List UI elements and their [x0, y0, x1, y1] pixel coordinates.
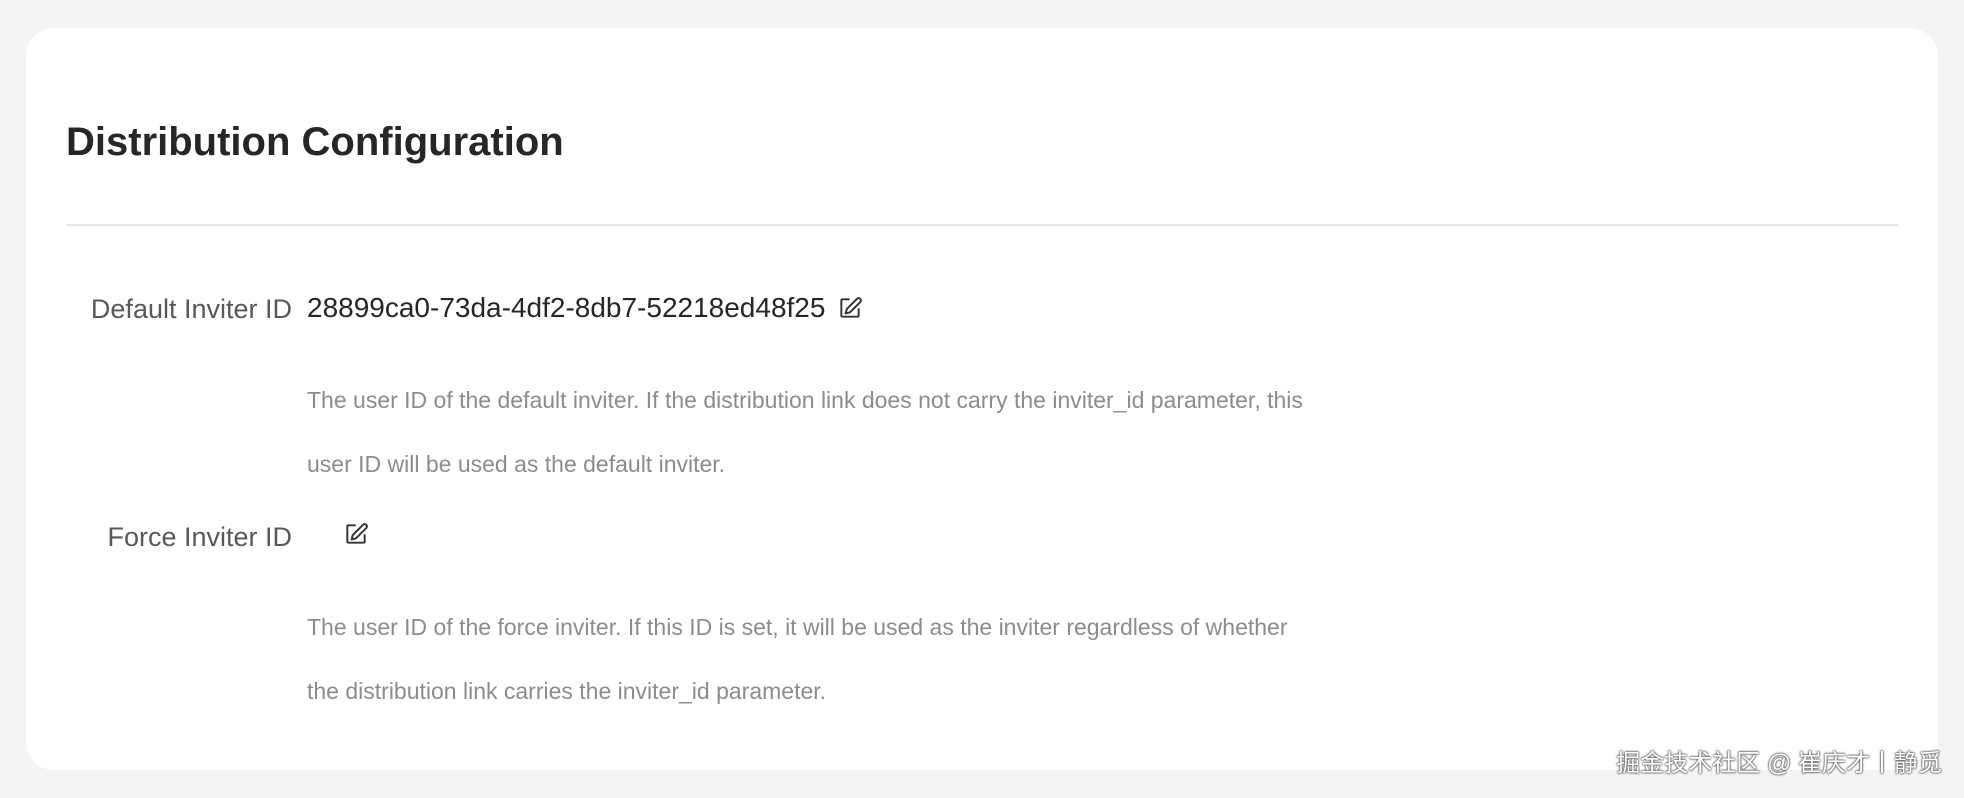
- watermark: 掘金技术社区 @ 崔庆才丨静觅: [1616, 750, 1942, 777]
- config-card: Distribution Configuration Default Invit…: [26, 28, 1938, 770]
- default-inviter-value-row: 28899ca0-73da-4df2-8db7-52218ed48f25: [307, 294, 863, 322]
- page-title: Distribution Configuration: [66, 120, 564, 164]
- default-inviter-value: 28899ca0-73da-4df2-8db7-52218ed48f25: [307, 292, 826, 323]
- edit-icon[interactable]: [343, 521, 369, 547]
- default-inviter-label: Default Inviter ID: [90, 294, 292, 324]
- force-inviter-help: The user ID of the force inviter. If thi…: [307, 614, 1288, 704]
- force-inviter-value-row: [307, 521, 369, 547]
- default-inviter-help: The user ID of the default inviter. If t…: [307, 387, 1303, 477]
- title-divider: [66, 224, 1898, 226]
- edit-icon[interactable]: [837, 295, 863, 321]
- force-inviter-label: Force Inviter ID: [107, 522, 292, 552]
